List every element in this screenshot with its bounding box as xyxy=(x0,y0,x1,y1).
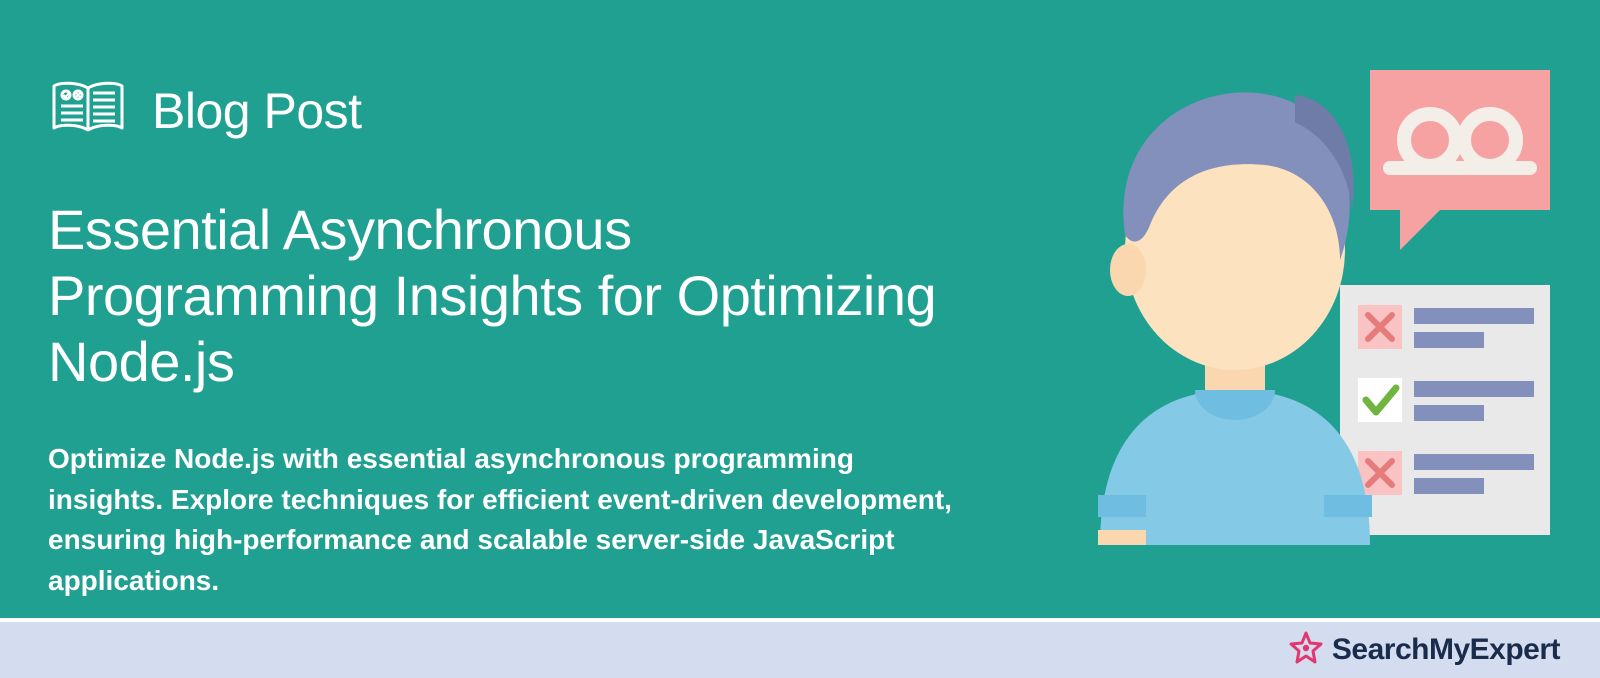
hero-illustration xyxy=(1040,60,1560,560)
hero-content: Blog Post Essential Asynchronous Program… xyxy=(0,0,1000,618)
brand-name: SearchMyExpert xyxy=(1332,633,1560,667)
star-icon xyxy=(1288,630,1324,671)
category-label: Blog Post xyxy=(152,82,362,140)
book-icon xyxy=(48,78,128,143)
category-badge: Blog Post xyxy=(48,78,952,143)
hero-title: Essential Asynchronous Programming Insig… xyxy=(48,197,952,395)
hero-description: Optimize Node.js with essential asynchro… xyxy=(48,439,952,601)
speech-bubble-icon xyxy=(1370,70,1550,250)
brand-logo: SearchMyExpert xyxy=(1288,630,1560,671)
hero-banner: Blog Post Essential Asynchronous Program… xyxy=(0,0,1600,618)
footer-bar: SearchMyExpert xyxy=(0,618,1600,678)
person-icon xyxy=(1098,92,1372,545)
